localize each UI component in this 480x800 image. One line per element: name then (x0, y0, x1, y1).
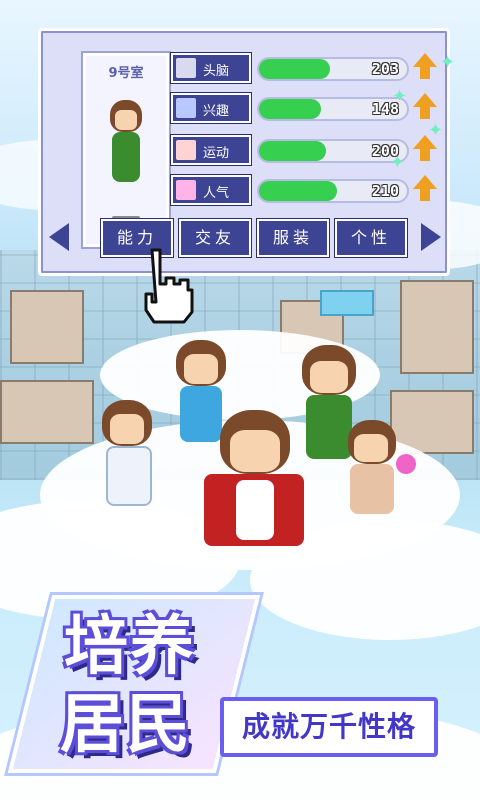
previous-arrow-icon[interactable] (49, 223, 69, 251)
stat-label: 头脑 (171, 53, 251, 83)
stat-value: 203 (371, 60, 399, 78)
interest-icon (176, 98, 196, 118)
up-arrow-icon (413, 175, 437, 201)
sparkle-icon: ✦ (392, 86, 408, 107)
game-screen: 9号室 头脑 203 兴趣 148 运动 200 人气 210 能力 交友 服装… (0, 0, 480, 800)
room-label: 9号室 (108, 66, 144, 81)
resident-character (92, 400, 162, 510)
resident-character (330, 420, 420, 520)
popularity-icon (176, 180, 196, 200)
up-arrow-icon (413, 93, 437, 119)
stat-bar-fill (259, 181, 338, 201)
stat-bar-fill (259, 141, 326, 161)
resident-status-panel: 9号室 头脑 203 兴趣 148 运动 200 人气 210 能力 交友 服装… (38, 28, 450, 276)
stat-label: 兴趣 (171, 93, 251, 123)
building (400, 280, 474, 374)
stat-bar: 200 (257, 139, 409, 163)
tab-clothing[interactable]: 服装 (257, 219, 329, 257)
pool (320, 290, 374, 316)
sparkle-icon: ✦ (440, 52, 456, 73)
stat-value: 210 (371, 182, 399, 200)
banner-headline-line2: 居民 (60, 688, 192, 762)
resident-sprite (104, 100, 148, 200)
next-arrow-icon[interactable] (421, 223, 441, 251)
stat-bar-fill (259, 59, 331, 79)
stat-row-popularity: 人气 210 (171, 175, 441, 205)
up-arrow-icon (413, 53, 437, 79)
stat-row-brain: 头脑 203 (171, 53, 441, 83)
stat-label: 运动 (171, 135, 251, 165)
category-tabs: 能力 交友 服装 个性 (49, 219, 441, 257)
brain-icon (176, 58, 196, 78)
resident-portrait[interactable]: 9号室 (83, 53, 169, 247)
stat-bar: 210 (257, 179, 409, 203)
stat-label: 人气 (171, 175, 251, 205)
resident-character (200, 410, 310, 550)
building (10, 290, 84, 364)
banner-slogan: 成就万千性格 (220, 697, 438, 757)
sport-icon (176, 140, 196, 160)
stat-bar-fill (259, 99, 322, 119)
stat-bar: 148 (257, 97, 409, 121)
sparkle-icon: ✦ (428, 120, 444, 141)
stat-bar: 203 (257, 57, 409, 81)
building (0, 380, 94, 444)
pointer-hand-icon (144, 248, 194, 324)
tab-personality[interactable]: 个性 (335, 219, 407, 257)
promo-banner: 培养 居民 成就万千性格 (7, 585, 470, 785)
sparkle-icon: ✦ (390, 152, 406, 173)
